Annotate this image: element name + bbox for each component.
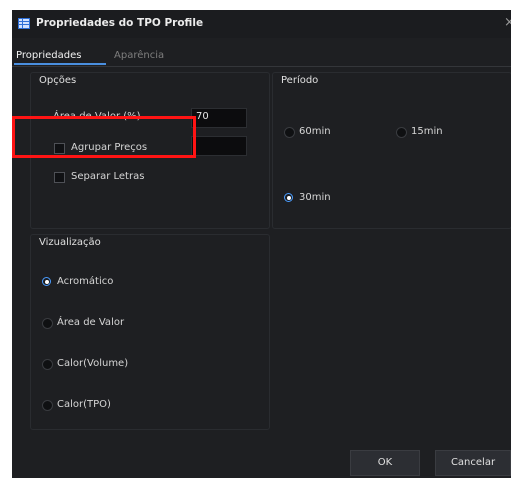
radio-60min-label: 60min — [299, 126, 331, 137]
radio-calor-tpo[interactable] — [42, 400, 53, 411]
separar-letras-label: Separar Letras — [71, 171, 145, 182]
area-valor-input[interactable]: 70 — [191, 108, 247, 128]
radio-calor-volume-label: Calor(Volume) — [57, 358, 129, 369]
periodo-group: Período 60min 15min 30min — [272, 72, 511, 229]
highlight-box — [12, 116, 196, 158]
radio-selected-dot — [44, 279, 49, 284]
radio-selected-dot — [286, 195, 291, 200]
tab-divider — [12, 66, 511, 67]
radio-15min[interactable] — [396, 127, 407, 138]
periodo-title: Período — [281, 75, 319, 86]
radio-acromatico[interactable] — [42, 277, 51, 286]
opcoes-title: Opções — [39, 75, 77, 86]
radio-15min-label: 15min — [411, 126, 443, 137]
separar-letras-checkbox[interactable] — [54, 172, 65, 183]
grid-table-icon — [18, 18, 30, 29]
radio-30min[interactable] — [284, 193, 293, 202]
radio-30min-label: 30min — [299, 192, 331, 203]
radio-acromatico-label: Acromático — [57, 276, 114, 287]
radio-area-de-valor-label: Área de Valor — [57, 317, 125, 328]
cancel-button[interactable]: Cancelar — [435, 450, 511, 476]
tab-bar: Propriedades Aparência — [12, 46, 511, 70]
ok-button[interactable]: OK — [350, 450, 420, 476]
radio-calor-volume[interactable] — [42, 359, 53, 370]
dialog-title: Propriedades do TPO Profile — [36, 17, 204, 29]
radio-area-de-valor[interactable] — [42, 318, 53, 329]
visualizacao-group: Vizualização Acromático Área de Valor Ca… — [30, 234, 270, 430]
close-icon[interactable]: × — [504, 15, 511, 30]
active-tab-indicator — [14, 63, 106, 65]
radio-60min[interactable] — [284, 127, 295, 138]
agrupar-precos-input[interactable] — [191, 136, 247, 156]
visualizacao-title: Vizualização — [39, 237, 101, 248]
properties-dialog: Propriedades do TPO Profile × Propriedad… — [12, 10, 511, 478]
radio-calor-tpo-label: Calor(TPO) — [57, 399, 111, 410]
title-bar[interactable]: Propriedades do TPO Profile × — [12, 10, 511, 38]
tab-propriedades[interactable]: Propriedades — [16, 50, 81, 61]
tab-aparencia[interactable]: Aparência — [114, 50, 164, 61]
